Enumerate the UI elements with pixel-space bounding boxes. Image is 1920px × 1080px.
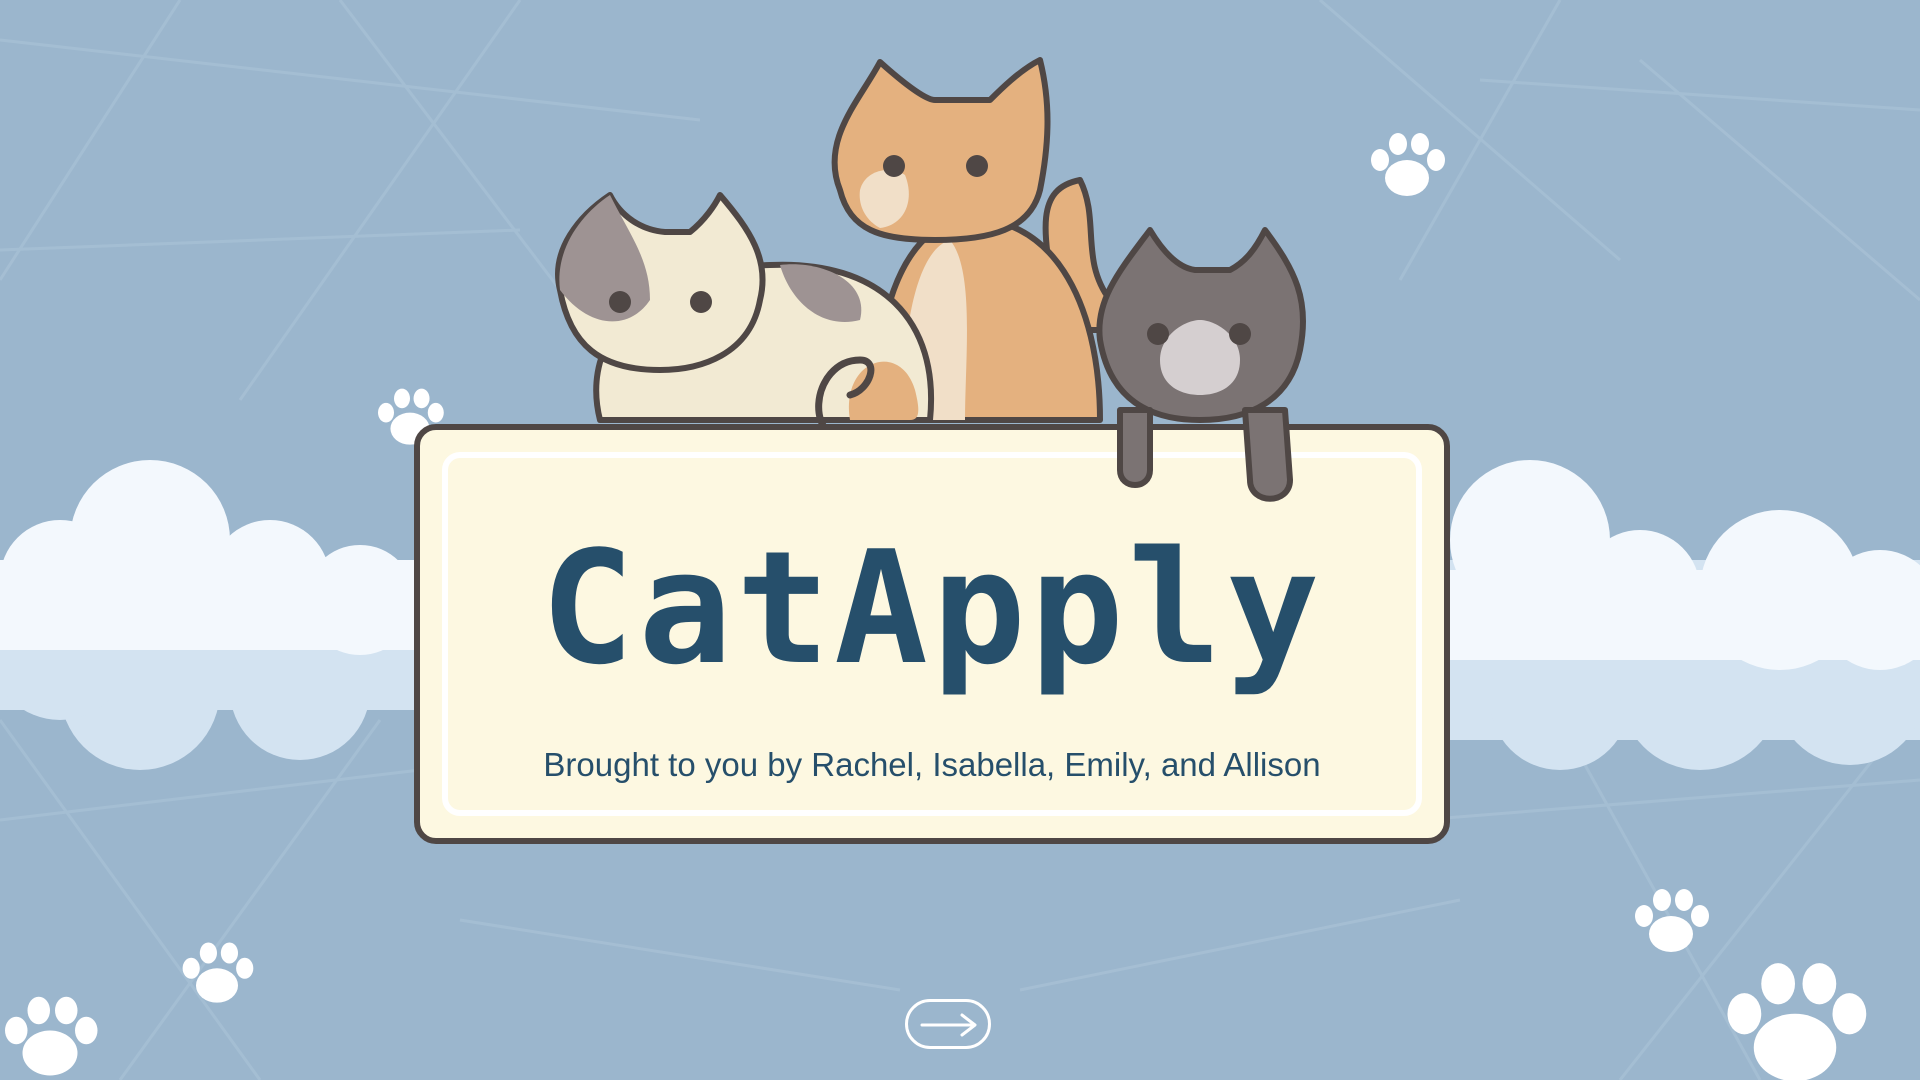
credits-subtitle: Brought to you by Rachel, Isabella, Emil… xyxy=(543,746,1321,783)
title-slide: CatApply Brought to you by Rachel, Isabe… xyxy=(0,0,1920,1080)
arrow-right-icon xyxy=(920,1013,977,1037)
title-card: CatApply Brought to you by Rachel, Isabe… xyxy=(414,424,1450,844)
app-title: CatApply xyxy=(540,517,1324,699)
next-slide-button[interactable] xyxy=(905,999,991,1049)
